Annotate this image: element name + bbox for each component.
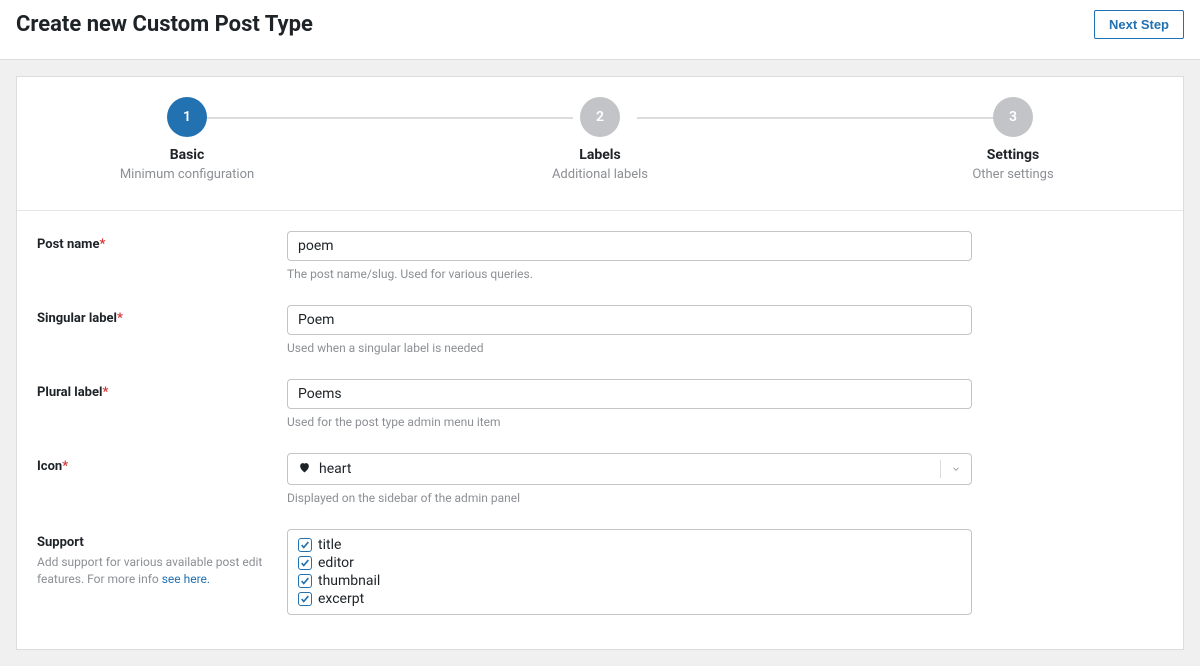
label-text: Icon <box>37 459 62 474</box>
post-name-input[interactable] <box>287 231 972 261</box>
row-support: Support Add support for various availabl… <box>37 529 1163 615</box>
option-label: title <box>318 537 341 553</box>
step-labels[interactable]: 2 Labels Additional labels <box>490 97 710 182</box>
field-desc: Displayed on the sidebar of the admin pa… <box>287 491 972 505</box>
required-mark: * <box>62 459 68 474</box>
support-option-excerpt: excerpt <box>298 590 961 608</box>
option-label: editor <box>318 555 354 571</box>
row-singular: Singular label* Used when a singular lab… <box>37 305 1163 355</box>
checkbox-editor[interactable] <box>298 556 312 570</box>
field-desc: The post name/slug. Used for various que… <box>287 267 972 281</box>
input-col: The post name/slug. Used for various que… <box>287 231 972 281</box>
support-option-title: title <box>298 536 961 554</box>
checkbox-excerpt[interactable] <box>298 592 312 606</box>
input-col: heart Displayed on the sidebar of the ad… <box>287 453 972 505</box>
step-desc: Other settings <box>972 167 1053 182</box>
label-col: Post name* <box>37 231 287 252</box>
icon-selected-value: heart <box>319 461 351 477</box>
header-bar: Create new Custom Post Type Next Step <box>0 0 1200 60</box>
help-text: Add support for various available post e… <box>37 555 262 586</box>
required-mark: * <box>102 385 108 400</box>
icon-label: Icon* <box>37 459 68 474</box>
chevron-down-icon <box>940 460 961 478</box>
option-label: thumbnail <box>318 573 380 589</box>
singular-input[interactable] <box>287 305 972 335</box>
label-text: Post name <box>37 237 99 252</box>
page-title: Create new Custom Post Type <box>16 12 313 37</box>
field-desc: Used for the post type admin menu item <box>287 415 972 429</box>
row-plural: Plural label* Used for the post type adm… <box>37 379 1163 429</box>
see-here-link[interactable]: see here. <box>162 572 210 586</box>
heart-icon <box>298 461 311 478</box>
support-option-editor: editor <box>298 554 961 572</box>
row-post-name: Post name* The post name/slug. Used for … <box>37 231 1163 281</box>
post-name-label: Post name* <box>37 237 105 252</box>
label-col: Support Add support for various availabl… <box>37 529 287 588</box>
support-option-thumbnail: thumbnail <box>298 572 961 590</box>
step-title: Basic <box>170 147 205 163</box>
required-mark: * <box>117 311 123 326</box>
step-title: Labels <box>579 147 620 163</box>
input-col: Used for the post type admin menu item <box>287 379 972 429</box>
step-circle: 3 <box>993 97 1033 137</box>
plural-input[interactable] <box>287 379 972 409</box>
field-desc: Used when a singular label is needed <box>287 341 972 355</box>
step-title: Settings <box>987 147 1039 163</box>
label-col: Plural label* <box>37 379 287 400</box>
support-help: Add support for various available post e… <box>37 554 287 588</box>
plural-label: Plural label* <box>37 385 108 400</box>
checkbox-thumbnail[interactable] <box>298 574 312 588</box>
stepper: 1 Basic Minimum configuration 2 Labels A… <box>17 77 1183 211</box>
input-col: Used when a singular label is needed <box>287 305 972 355</box>
required-mark: * <box>99 237 105 252</box>
form: Post name* The post name/slug. Used for … <box>17 211 1183 615</box>
label-text: Singular label <box>37 311 117 326</box>
step-desc: Minimum configuration <box>120 167 254 182</box>
option-label: excerpt <box>318 591 364 607</box>
step-desc: Additional labels <box>552 167 648 182</box>
main-panel: 1 Basic Minimum configuration 2 Labels A… <box>16 76 1184 650</box>
step-circle: 2 <box>580 97 620 137</box>
step-basic[interactable]: 1 Basic Minimum configuration <box>77 97 297 182</box>
step-settings[interactable]: 3 Settings Other settings <box>903 97 1123 182</box>
checkbox-title[interactable] <box>298 538 312 552</box>
input-col: title editor thumbnail excerpt <box>287 529 972 615</box>
label-col: Singular label* <box>37 305 287 326</box>
label-text: Plural label <box>37 385 102 400</box>
support-box: title editor thumbnail excerpt <box>287 529 972 615</box>
row-icon: Icon* heart Displayed on the sidebar of … <box>37 453 1163 505</box>
next-step-button[interactable]: Next Step <box>1094 10 1184 39</box>
support-label: Support <box>37 535 84 550</box>
singular-label: Singular label* <box>37 311 123 326</box>
step-circle: 1 <box>167 97 207 137</box>
icon-select[interactable]: heart <box>287 453 972 485</box>
label-col: Icon* <box>37 453 287 474</box>
